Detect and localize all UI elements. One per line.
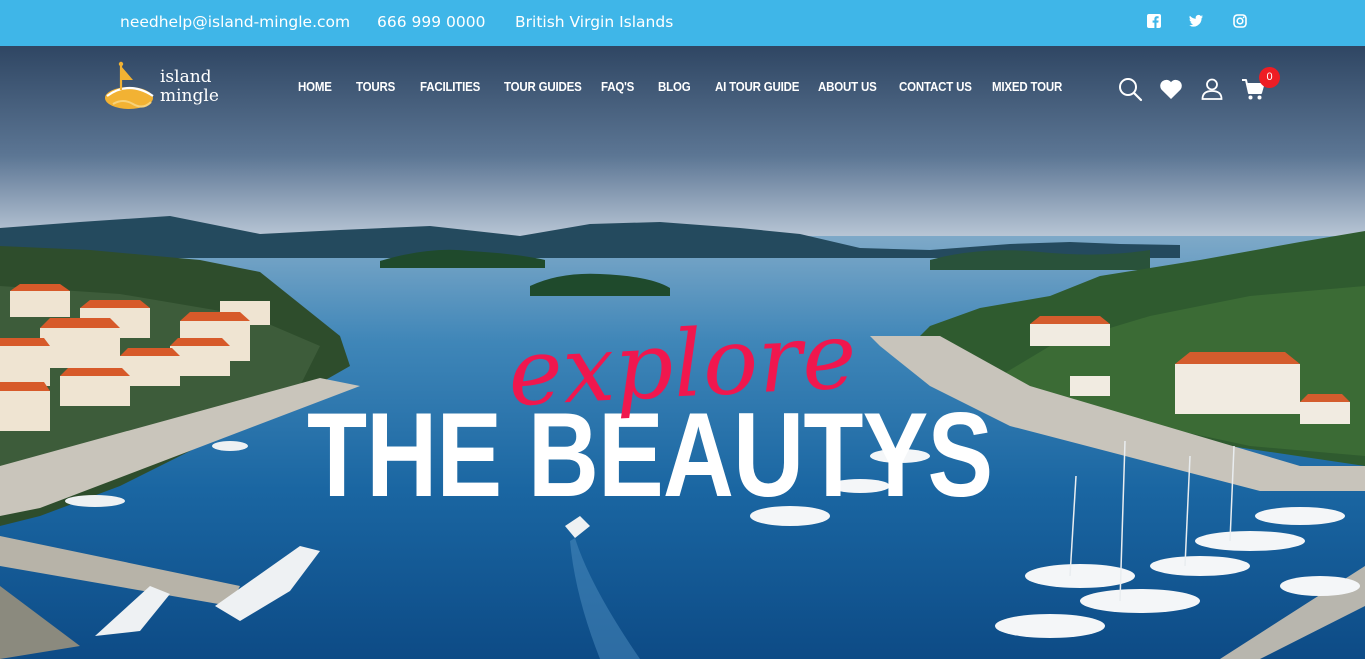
nav-mixed-tour[interactable]: MIXED TOUR	[992, 80, 1062, 94]
facebook-icon[interactable]	[1146, 13, 1162, 29]
nav-about-us[interactable]: ABOUT US	[818, 80, 877, 94]
instagram-icon[interactable]	[1232, 13, 1248, 29]
nav-faqs[interactable]: FAQ'S	[601, 80, 634, 94]
user-icon[interactable]	[1199, 76, 1225, 102]
cart-count-badge: 0	[1259, 67, 1280, 88]
top-info-bar: needhelp@island-mingle.com 666 999 0000 …	[0, 0, 1365, 46]
twitter-icon[interactable]	[1188, 13, 1204, 29]
heart-icon[interactable]	[1158, 76, 1184, 102]
nav-tour-guides[interactable]: TOUR GUIDES	[504, 80, 582, 94]
nav-ai-tour-guide[interactable]: AI TOUR GUIDE	[715, 80, 799, 94]
logo-line-2: mingle	[160, 86, 219, 106]
search-icon[interactable]	[1117, 76, 1143, 102]
nav-tours[interactable]: TOURS	[356, 80, 395, 94]
hero-script-text: explore	[505, 301, 860, 428]
contact-email[interactable]: needhelp@island-mingle.com	[120, 0, 350, 46]
nav-contact-us[interactable]: CONTACT US	[899, 80, 972, 94]
logo-line-1: island	[160, 67, 212, 87]
contact-phone[interactable]: 666 999 0000	[377, 0, 485, 46]
nav-home[interactable]: HOME	[298, 80, 332, 94]
nav-blog[interactable]: BLOG	[658, 80, 691, 94]
logo-wordmark[interactable]: island mingle	[160, 68, 219, 106]
contact-location: British Virgin Islands	[515, 13, 674, 31]
nav-facilities[interactable]: FACILITIES	[420, 80, 480, 94]
